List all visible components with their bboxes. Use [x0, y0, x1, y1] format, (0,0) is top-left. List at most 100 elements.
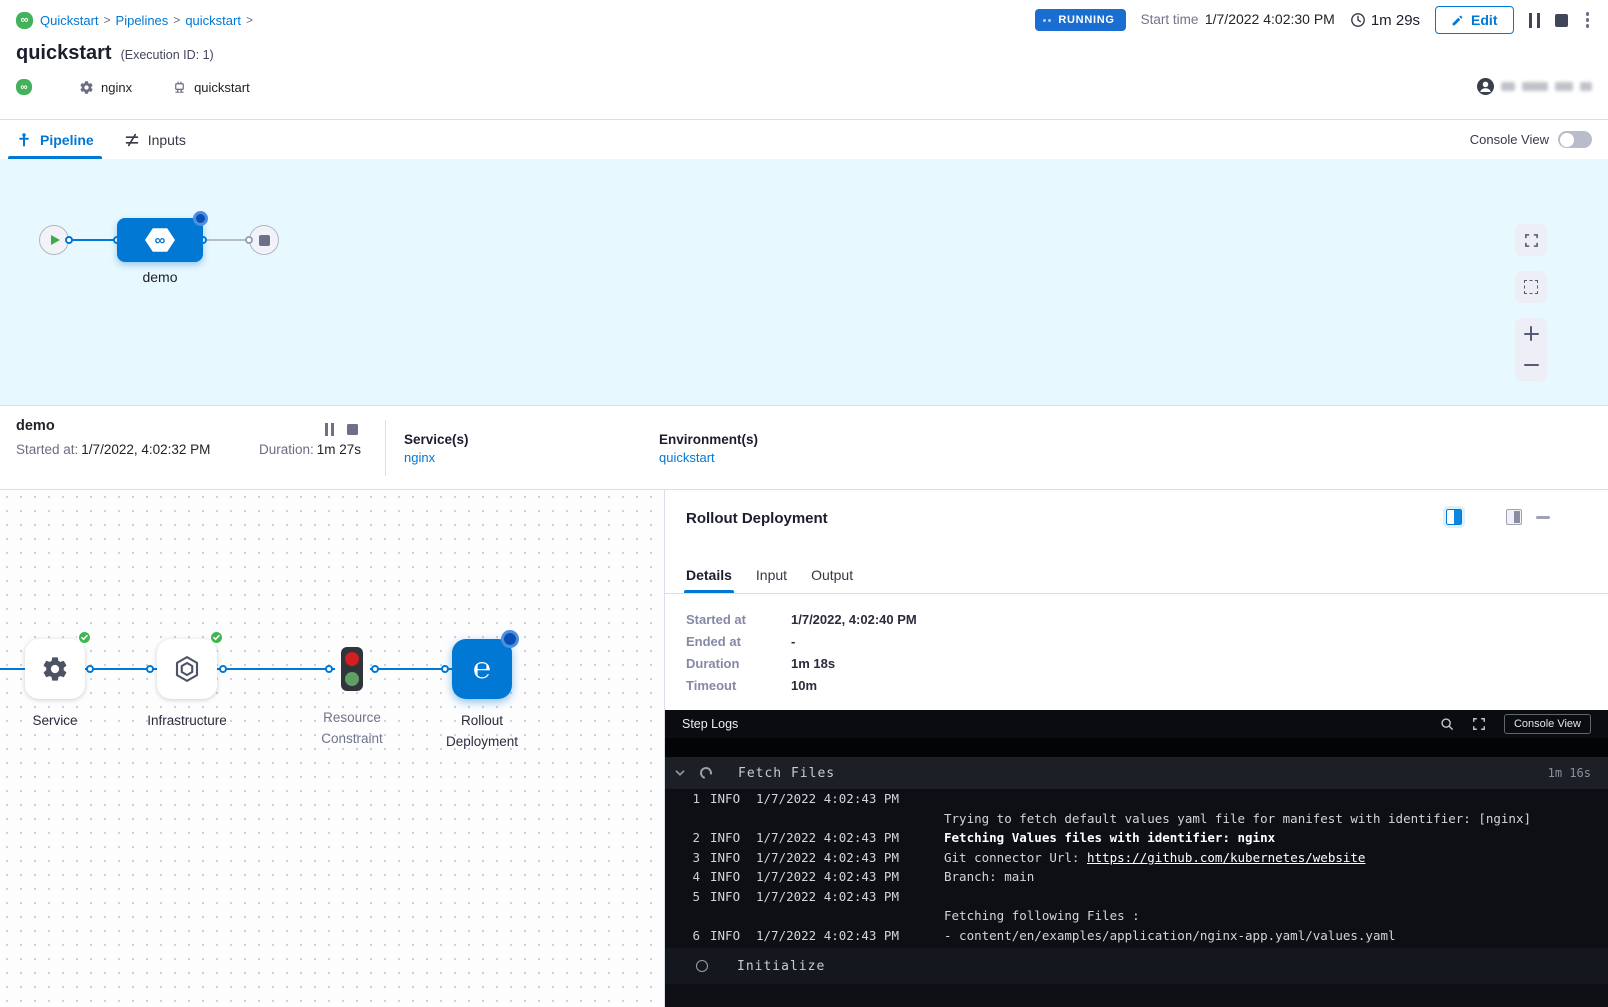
service-link[interactable]: nginx	[404, 450, 435, 465]
breadcrumb-separator: >	[246, 13, 253, 27]
gear-icon	[41, 655, 69, 683]
step-node-infrastructure[interactable]	[157, 639, 217, 699]
fullscreen-button[interactable]	[1515, 224, 1547, 256]
log-line: 3INFO1/7/2022 4:02:43 PMGit connector Ur…	[665, 848, 1608, 868]
stage-pause-icon[interactable]	[325, 423, 334, 436]
traffic-light-green-icon	[345, 672, 359, 686]
stage-name: demo	[16, 418, 55, 434]
execution-detail-section: ℮ Service Infrastructure Resource Constr…	[0, 490, 1608, 1007]
expand-logs-icon[interactable]	[1472, 717, 1486, 731]
console-view-toggle[interactable]	[1558, 131, 1592, 148]
top-header: ∞ Quickstart > Pipelines > quickstart > …	[0, 0, 1608, 40]
service-tag-label: nginx	[101, 80, 132, 95]
redacted-text	[1580, 82, 1592, 91]
gear-icon	[79, 80, 94, 95]
pause-execution-icon[interactable]	[1529, 13, 1540, 28]
log-section-duration: 1m 16s	[1548, 766, 1591, 780]
avatar	[1477, 78, 1494, 95]
divider	[385, 420, 386, 476]
log-line: 5INFO1/7/2022 4:02:43 PM	[665, 887, 1608, 907]
environments-label: Environment(s)	[659, 432, 758, 447]
tab-details[interactable]: Details	[686, 556, 732, 593]
status-badge: RUNNING	[1035, 9, 1126, 31]
breadcrumb-pipeline-name[interactable]: quickstart	[185, 13, 241, 28]
log-line-continuation: Fetching following Files :	[665, 906, 1608, 926]
step-graph-canvas[interactable]: ℮ Service Infrastructure Resource Constr…	[0, 490, 664, 1007]
stop-execution-icon[interactable]	[1555, 14, 1568, 27]
log-line: 4INFO1/7/2022 4:02:43 PMBranch: main	[665, 867, 1608, 887]
step-label-service: Service	[25, 711, 85, 732]
zoom-in-button[interactable]	[1515, 318, 1547, 350]
detail-label: Timeout	[686, 678, 791, 693]
more-options-icon[interactable]	[1583, 9, 1593, 31]
breadcrumb-separator: >	[104, 13, 111, 27]
environment-link[interactable]: quickstart	[659, 450, 715, 465]
tab-input[interactable]: Input	[756, 556, 787, 593]
view-tab-bar: Pipeline Inputs Console View	[0, 119, 1608, 159]
services-label: Service(s)	[404, 432, 469, 447]
step-node-service[interactable]	[25, 639, 85, 699]
step-label-infrastructure: Infrastructure	[132, 711, 242, 732]
tab-pipeline[interactable]: Pipeline	[16, 120, 94, 159]
duration-value: 1m 27s	[317, 442, 361, 457]
pencil-icon	[1451, 14, 1464, 27]
pipeline-icon	[16, 132, 32, 148]
chevron-down-icon	[674, 767, 686, 779]
header-actions: RUNNING Start time 1/7/2022 4:02:30 PM 1…	[1035, 6, 1592, 34]
section-pending-circle-icon	[696, 960, 708, 972]
step-logs-console: Step Logs Console View	[665, 710, 1608, 1007]
panel-layout-controls	[1446, 509, 1550, 525]
step-node-rollout-deployment[interactable]: ℮	[452, 639, 512, 699]
detail-value: 1m 18s	[791, 656, 917, 671]
environment-tag-label: quickstart	[194, 80, 250, 95]
running-spinner-icon	[501, 630, 519, 648]
step-logs-title: Step Logs	[682, 717, 738, 731]
log-section-fetch-files[interactable]: Fetch Files 1m 16s	[665, 757, 1608, 789]
breadcrumb-pipelines[interactable]: Pipelines	[116, 13, 169, 28]
minimize-panel-icon[interactable]	[1536, 516, 1550, 519]
stage-running-spinner-icon	[193, 211, 208, 226]
git-connector-link[interactable]: https://github.com/kubernetes/website	[1087, 850, 1365, 865]
service-tag[interactable]: nginx	[79, 80, 132, 95]
tags-row: ∞ nginx quickstart	[16, 79, 250, 95]
breadcrumb-project[interactable]: Quickstart	[40, 13, 99, 28]
log-section-name: Fetch Files	[738, 766, 835, 781]
pipeline-canvas[interactable]: ∞ demo	[0, 159, 1608, 405]
console-spacer	[665, 738, 1608, 757]
success-check-icon	[209, 630, 224, 645]
console-view-button[interactable]: Console View	[1504, 714, 1591, 734]
step-detail-panel: Rollout Deployment Details Input Output …	[664, 490, 1608, 1007]
detail-value: 1/7/2022, 4:02:40 PM	[791, 612, 917, 627]
infrastructure-hexagon-icon	[172, 654, 202, 684]
marquee-select-button[interactable]	[1515, 271, 1547, 303]
step-panel-tabs: Details Input Output	[686, 556, 853, 593]
log-line: 1INFO1/7/2022 4:02:43 PM	[665, 789, 1608, 809]
clock-icon	[1350, 12, 1366, 28]
log-line: 6INFO1/7/2022 4:02:43 PM- content/en/exa…	[665, 926, 1608, 946]
step-label-rollout-deployment: Rollout Deployment	[427, 711, 537, 753]
traffic-light-red-icon	[345, 652, 359, 666]
success-check-icon	[77, 630, 92, 645]
harness-logo-icon: ∞	[16, 12, 33, 29]
log-section-initialize[interactable]: Initialize	[665, 948, 1608, 984]
tab-output[interactable]: Output	[811, 556, 853, 593]
stage-stop-icon[interactable]	[347, 424, 358, 435]
stage-node-demo[interactable]: ∞	[117, 218, 203, 262]
layout-split-right-icon[interactable]	[1446, 509, 1462, 525]
environment-icon	[172, 80, 187, 95]
tab-inputs[interactable]: Inputs	[124, 120, 186, 159]
executor-info	[1477, 78, 1592, 95]
stop-square-icon	[259, 235, 270, 246]
step-logs-header: Step Logs Console View	[665, 710, 1608, 738]
layout-panel-right-icon[interactable]	[1506, 509, 1522, 525]
search-icon[interactable]	[1440, 717, 1454, 731]
start-time-value: 1/7/2022 4:02:30 PM	[1205, 11, 1335, 27]
step-node-resource-constraint[interactable]	[341, 647, 363, 691]
inputs-icon	[124, 132, 140, 148]
environment-tag[interactable]: quickstart	[172, 80, 250, 95]
zoom-out-button[interactable]	[1515, 350, 1547, 382]
log-section-name: Initialize	[737, 959, 825, 974]
end-node[interactable]	[249, 225, 279, 255]
detail-value: 10m	[791, 678, 917, 693]
edit-button[interactable]: Edit	[1435, 6, 1513, 34]
